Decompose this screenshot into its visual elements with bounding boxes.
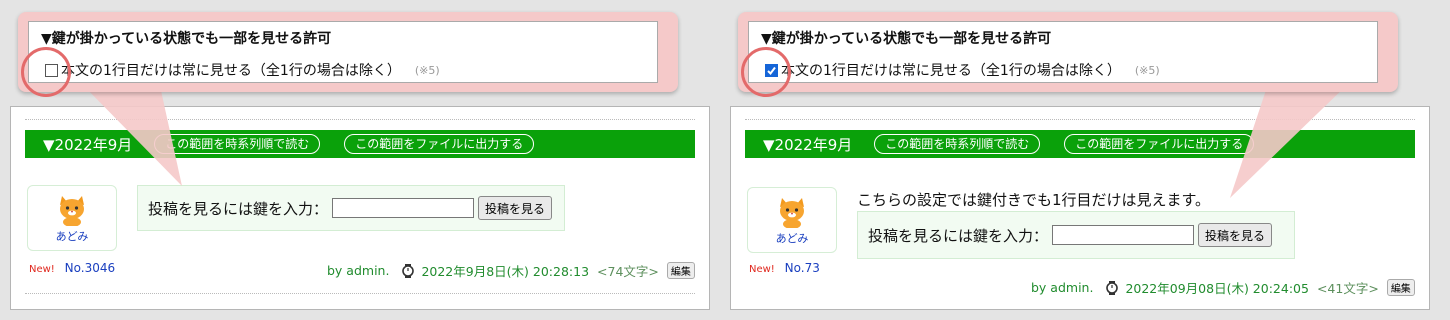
post-card: ▼2022年9月 この範囲を時系列順で読む この範囲をファイルに出力する あどみ… — [10, 106, 710, 310]
settings-callout: ▼鍵が掛かっている状態でも一部を見せる許可 本文の1行目だけは常に見せる（全1行… — [738, 12, 1398, 92]
post-number-line: New! No.73 — [749, 261, 820, 275]
author-label: by admin. — [1031, 280, 1094, 295]
highlight-circle — [741, 47, 791, 97]
month-title: ▼2022年9月 — [43, 135, 133, 154]
month-title: ▼2022年9月 — [763, 135, 853, 154]
export-file-button[interactable]: この範囲をファイルに出力する — [1064, 134, 1255, 154]
clock-icon — [402, 263, 415, 278]
footnote-ref: (※5) — [414, 63, 440, 77]
divider — [745, 119, 1415, 120]
settings-box: ▼鍵が掛かっている状態でも一部を見せる許可 本文の1行目だけは常に見せる（全1行… — [748, 21, 1378, 83]
key-prompt-label: 投稿を見るには鍵を入力： — [868, 226, 1049, 245]
key-prompt-label: 投稿を見るには鍵を入力： — [148, 199, 329, 218]
edit-button[interactable]: 編集 — [1386, 279, 1415, 296]
post-number-link[interactable]: No.73 — [785, 261, 820, 275]
key-input[interactable] — [1052, 225, 1195, 245]
post-number-line: New! No.3046 — [29, 261, 115, 275]
export-file-button[interactable]: この範囲をファイルに出力する — [344, 134, 535, 154]
key-input[interactable] — [332, 198, 475, 218]
avatar[interactable]: あどみ — [747, 187, 837, 253]
month-header-bar: ▼2022年9月 この範囲を時系列順で読む この範囲をファイルに出力する — [25, 130, 695, 158]
first-line-option[interactable]: 本文の1行目だけは常に見せる（全1行の場合は除く） (※5) — [45, 60, 440, 80]
settings-title: ▼鍵が掛かっている状態でも一部を見せる許可 — [41, 31, 332, 47]
first-line-option[interactable]: 本文の1行目だけは常に見せる（全1行の場合は除く） (※5) — [765, 60, 1160, 80]
settings-box: ▼鍵が掛かっている状態でも一部を見せる許可 本文の1行目だけは常に見せる（全1行… — [28, 21, 658, 83]
settings-title: ▼鍵が掛かっている状態でも一部を見せる許可 — [761, 31, 1052, 47]
edit-button[interactable]: 編集 — [666, 262, 695, 279]
post-number-link[interactable]: No.3046 — [65, 261, 115, 275]
read-chronological-button[interactable]: この範囲を時系列順で読む — [874, 134, 1041, 154]
clock-icon — [1106, 280, 1119, 295]
avatar[interactable]: あどみ — [27, 185, 117, 251]
avatar-username: あどみ — [55, 230, 89, 243]
view-post-button[interactable]: 投稿を見る — [478, 196, 553, 220]
key-entry-box: 投稿を見るには鍵を入力： 投稿を見る — [137, 185, 565, 231]
read-chronological-button[interactable]: この範囲を時系列順で読む — [154, 134, 321, 154]
post-footer: by admin. 2022年09月08日(木) 20:24:05 <41文字>… — [1031, 278, 1415, 297]
post-datetime-link[interactable]: 2022年9月8日(木) 20:28:13 — [421, 261, 589, 280]
footnote-ref: (※5) — [1134, 63, 1160, 77]
char-count: <74文字> — [597, 264, 659, 279]
first-line-option-label: 本文の1行目だけは常に見せる（全1行の場合は除く） — [781, 63, 1121, 79]
panel-unchecked: ▼2022年9月 この範囲を時系列順で読む この範囲をファイルに出力する あどみ… — [0, 0, 720, 320]
month-header-bar: ▼2022年9月 この範囲を時系列順で読む この範囲をファイルに出力する — [745, 130, 1415, 158]
highlight-circle — [21, 47, 71, 97]
view-post-button[interactable]: 投稿を見る — [1198, 223, 1273, 247]
new-badge: New! — [749, 264, 775, 275]
avatar-username: あどみ — [775, 232, 809, 245]
cat-avatar-icon — [780, 198, 804, 228]
first-line-option-label: 本文の1行目だけは常に見せる（全1行の場合は除く） — [61, 63, 401, 79]
divider — [25, 293, 695, 294]
post-card: ▼2022年9月 この範囲を時系列順で読む この範囲をファイルに出力する こちら… — [730, 106, 1430, 310]
cat-avatar-icon — [60, 196, 84, 226]
author-label: by admin. — [327, 263, 390, 278]
key-entry-box: 投稿を見るには鍵を入力： 投稿を見る — [857, 211, 1295, 259]
panel-checked: ▼2022年9月 この範囲を時系列順で読む この範囲をファイルに出力する こちら… — [720, 0, 1440, 320]
char-count: <41文字> — [1316, 281, 1379, 296]
settings-callout: ▼鍵が掛かっている状態でも一部を見せる許可 本文の1行目だけは常に見せる（全1行… — [18, 12, 678, 92]
new-badge: New! — [29, 264, 55, 275]
post-datetime-link[interactable]: 2022年09月08日(木) 20:24:05 — [1125, 278, 1309, 297]
visible-first-line: こちらの設定では鍵付きでも1行目だけは見えます。 — [857, 191, 1211, 209]
divider — [25, 119, 695, 120]
post-footer: by admin. 2022年9月8日(木) 20:28:13 <74文字> 編… — [327, 261, 695, 280]
